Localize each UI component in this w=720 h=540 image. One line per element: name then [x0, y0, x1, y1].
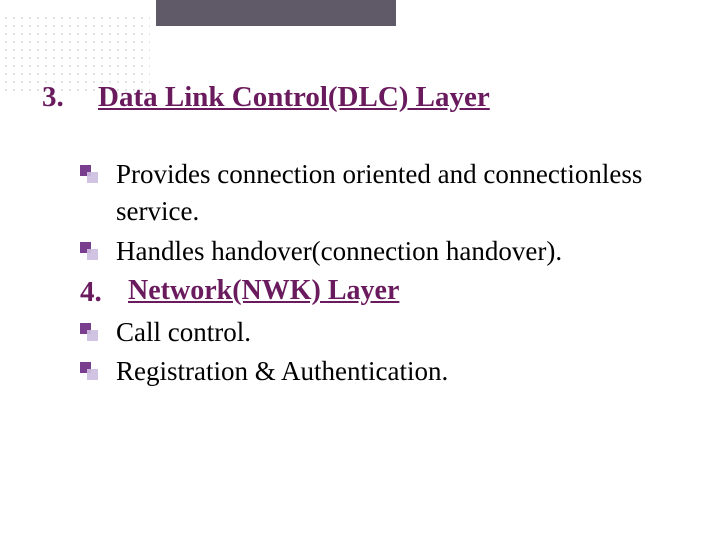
top-accent-bar — [156, 0, 396, 26]
section-4-heading: 4. Network(NWK) Layer — [80, 272, 670, 312]
list-item: Registration & Authentication. — [80, 353, 670, 390]
bullet-icon — [80, 323, 98, 341]
bullet-icon — [80, 362, 98, 380]
item-text: Handles handover(connection handover). — [116, 233, 670, 270]
bullet-icon — [80, 165, 98, 183]
item-text: Call control. — [116, 314, 670, 351]
section-3-title: Data Link Control(DLC) Layer — [98, 81, 490, 113]
list-item: Provides connection oriented and connect… — [80, 156, 670, 231]
section-4-title: Network(NWK) Layer — [128, 272, 399, 311]
item-text: Provides connection oriented and connect… — [116, 156, 670, 231]
section-3-number: 3. — [42, 80, 98, 115]
list-item: Handles handover(connection handover). — [80, 233, 670, 270]
section-4-number: 4. — [80, 272, 128, 312]
section-3-heading: 3.Data Link Control(DLC) Layer — [42, 80, 490, 115]
list-item: Call control. — [80, 314, 670, 351]
bullet-icon — [80, 242, 98, 260]
item-text: Registration & Authentication. — [116, 353, 670, 390]
content-block: Provides connection oriented and connect… — [80, 156, 670, 392]
slide: 3.Data Link Control(DLC) Layer Provides … — [0, 0, 720, 540]
